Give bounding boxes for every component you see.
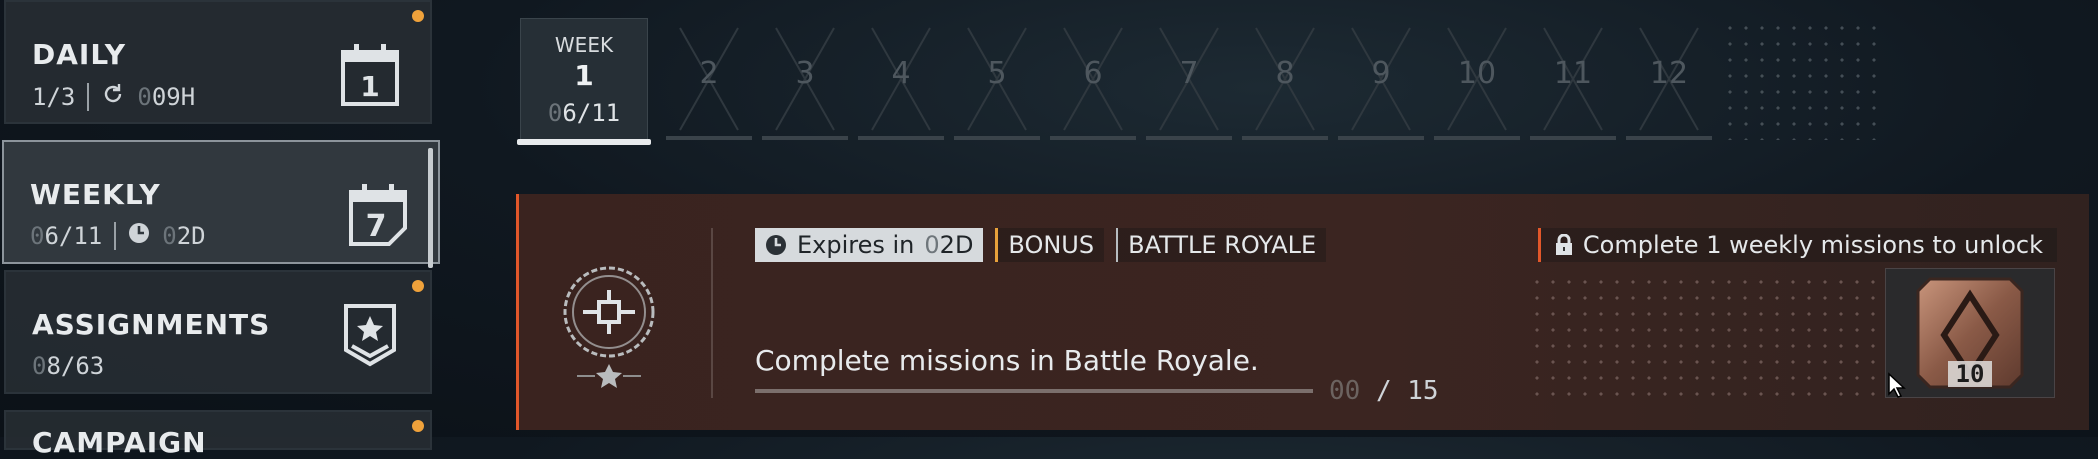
expires-tag: Expires in 02D [755, 228, 984, 262]
mission-card[interactable]: Expires in 02D BONUS BATTLE ROYALE Compl… [516, 194, 2089, 430]
calendar-icon: 7 [349, 184, 407, 246]
new-indicator-dot [412, 10, 424, 22]
tab-week-8[interactable]: 8 [1242, 18, 1328, 140]
tab-week-5[interactable]: 5 [954, 18, 1040, 140]
mode-tag: BATTLE ROYALE [1116, 228, 1327, 262]
unlock-requirement: Complete 1 weekly missions to unlock [1537, 228, 2057, 262]
tab-week-4[interactable]: 4 [858, 18, 944, 140]
reward-badge-icon: 10 [1916, 277, 2024, 389]
bonus-tag: BONUS [995, 228, 1105, 262]
tab-week-1[interactable]: WEEK 1 06/11 [517, 18, 651, 145]
sidebar-item-label: DAILY [32, 38, 127, 71]
clock-icon [766, 235, 786, 255]
week-number: 1 [574, 59, 594, 92]
weekly-progress: 6/11 [44, 222, 103, 250]
week-number: 7 [1179, 56, 1199, 91]
lock-icon [1555, 234, 1572, 255]
tab-week-7[interactable]: 7 [1146, 18, 1232, 140]
week-number: 2 [699, 56, 719, 91]
refresh-icon [101, 82, 125, 112]
clock-icon [128, 222, 150, 250]
tab-week-11[interactable]: 11 [1530, 18, 1616, 140]
tab-week-10[interactable]: 10 [1434, 18, 1520, 140]
tab-underline [954, 136, 1040, 140]
tab-week-9[interactable]: 9 [1338, 18, 1424, 140]
assignments-meta: 08/63 [32, 352, 105, 380]
calendar-icon: 1 [341, 44, 399, 106]
sidebar-item-daily[interactable]: DAILY 1/3 009H 1 [4, 0, 432, 124]
tab-underline [1050, 136, 1136, 140]
tab-underline [1338, 136, 1424, 140]
calendar-day-number: 1 [360, 70, 379, 103]
mission-description: Complete missions in Battle Royale. [755, 344, 1259, 377]
reward-amount: 10 [1956, 360, 1985, 388]
dot-pattern [1722, 20, 1882, 140]
sidebar-item-label: ASSIGNMENTS [32, 308, 271, 341]
sidebar-item-campaign[interactable]: CAMPAIGN [4, 410, 432, 459]
tab-underline [1242, 136, 1328, 140]
tab-week-3[interactable]: 3 [762, 18, 848, 140]
tab-underline [666, 136, 752, 140]
new-indicator-dot [412, 420, 424, 432]
week-number: 10 [1457, 56, 1497, 91]
daily-timer: 09H [151, 83, 196, 111]
mission-progress-bar [755, 389, 1313, 393]
mission-tags: Expires in 02D BONUS BATTLE ROYALE [755, 228, 1327, 262]
rank-badge-icon [344, 304, 396, 367]
tab-week-12[interactable]: 12 [1626, 18, 1712, 140]
sidebar-item-label: CAMPAIGN [32, 426, 207, 459]
tab-underline [762, 136, 848, 140]
daily-progress: 1/3 [32, 83, 76, 111]
week-number: 11 [1553, 56, 1593, 91]
dot-pattern [1529, 274, 1889, 404]
divider [87, 83, 90, 111]
tab-underline [1626, 136, 1712, 140]
week-number: 12 [1649, 56, 1689, 91]
assignments-progress: 8/63 [46, 352, 105, 380]
card-divider [711, 228, 713, 398]
mission-category-sidebar: DAILY 1/3 009H 1 WEEKLY 06/11 02D 7 ASSI… [0, 0, 440, 459]
calendar-day-number: 7 [366, 209, 387, 244]
mouse-cursor-icon [1888, 372, 1906, 398]
mission-badge-icon [559, 264, 659, 394]
week-number: 8 [1275, 56, 1295, 91]
sidebar-item-weekly[interactable]: WEEKLY 06/11 02D 7 [2, 140, 440, 264]
mission-progress-count: 00 / 15 [1329, 376, 1439, 406]
sidebar-scrollbar[interactable] [428, 148, 433, 268]
tab-underline [1434, 136, 1520, 140]
week-number: 9 [1371, 56, 1391, 91]
sidebar-item-label: WEEKLY [30, 178, 161, 211]
week-number: 4 [891, 56, 911, 91]
week-number: 5 [987, 56, 1007, 91]
tab-underline [1146, 136, 1232, 140]
sidebar-item-assignments[interactable]: ASSIGNMENTS 08/63 [4, 270, 432, 394]
weekly-meta: 06/11 02D [30, 222, 206, 250]
tab-week-6[interactable]: 6 [1050, 18, 1136, 140]
active-tab-underline [517, 139, 651, 145]
divider [114, 222, 117, 250]
new-indicator-dot [412, 280, 424, 292]
tab-underline [1530, 136, 1616, 140]
tab-week-2[interactable]: 2 [666, 18, 752, 140]
tab-underline [858, 136, 944, 140]
reward-item[interactable]: 10 [1885, 268, 2055, 398]
week-label: WEEK [554, 33, 614, 57]
weekly-timer: 2D [176, 222, 206, 250]
daily-meta: 1/3 009H [32, 82, 196, 112]
week-number: 3 [795, 56, 815, 91]
week-progress: 06/11 [547, 99, 621, 127]
week-number: 6 [1083, 56, 1103, 91]
